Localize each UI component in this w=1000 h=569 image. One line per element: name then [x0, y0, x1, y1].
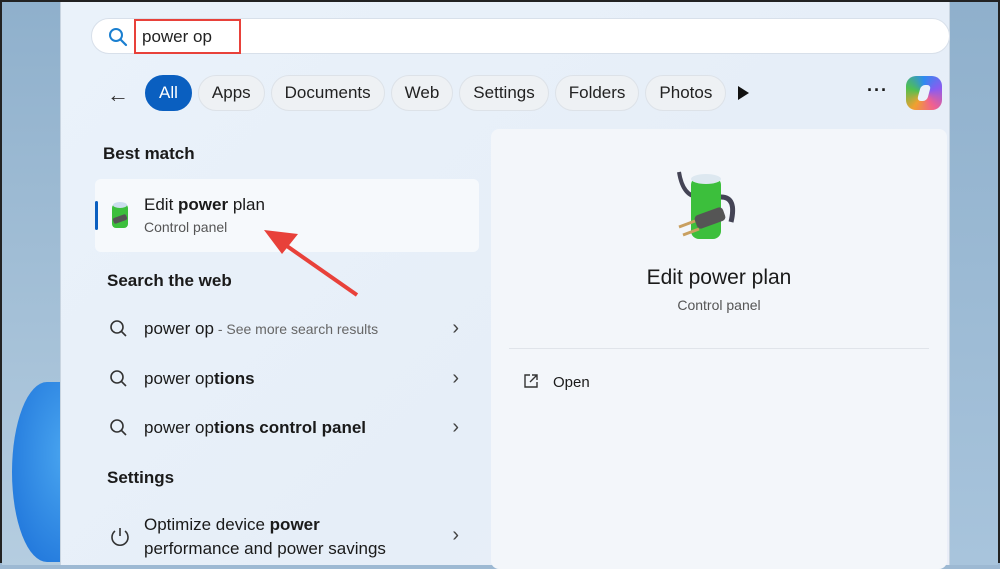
section-search-web: Search the web — [107, 271, 232, 290]
search-icon — [110, 419, 127, 436]
search-box[interactable]: power op — [91, 18, 950, 54]
detail-title: Edit power plan — [646, 266, 792, 289]
chevron-right-icon: › — [452, 367, 459, 389]
chevron-right-icon: › — [452, 524, 459, 546]
more-filters-play-icon[interactable] — [738, 86, 749, 100]
best-match-title: Edit power plan — [144, 195, 265, 214]
open-label: Open — [553, 374, 590, 391]
web-result-text: power op — [144, 418, 214, 437]
setting-title: Optimize device — [144, 515, 270, 534]
desktop-wallpaper — [2, 2, 82, 565]
best-match-item[interactable]: Edit power plan Control panel — [95, 179, 479, 252]
detail-subtitle: Control panel — [677, 297, 761, 313]
search-icon — [109, 28, 128, 47]
section-best-match: Best match — [103, 144, 195, 163]
back-arrow-icon[interactable]: ← — [107, 82, 129, 108]
search-input[interactable]: power op — [142, 27, 212, 47]
web-result-text: power op — [144, 319, 214, 338]
web-result-bold: tions — [213, 369, 255, 388]
setting-subtitle: performance and power savings — [144, 539, 386, 558]
filter-chips: All Apps Documents Web Settings Folders … — [145, 75, 727, 111]
web-result-suffix: - See more search results — [213, 321, 379, 337]
chevron-right-icon: › — [452, 317, 459, 339]
search-icon — [110, 370, 127, 387]
chevron-right-icon: › — [452, 416, 459, 438]
web-result[interactable]: power op - See more search results › — [95, 307, 479, 351]
open-external-icon — [524, 374, 538, 388]
more-options-icon[interactable]: ··· — [867, 80, 888, 101]
power-plan-icon — [112, 202, 128, 228]
chip-settings[interactable]: Settings — [459, 75, 549, 111]
search-icon — [110, 320, 127, 337]
selection-indicator — [95, 201, 98, 230]
chip-documents[interactable]: Documents — [270, 75, 385, 111]
web-result[interactable]: power options control panel › — [95, 406, 479, 450]
best-match-subtitle: Control panel — [144, 219, 228, 235]
power-icon — [111, 528, 129, 546]
chip-folders[interactable]: Folders — [554, 75, 640, 111]
open-action[interactable]: Open — [523, 373, 590, 391]
detail-pane: Edit power plan Control panel Open — [491, 129, 947, 569]
chip-photos[interactable]: Photos — [645, 75, 727, 111]
desktop-wallpaper-right — [946, 2, 998, 565]
chip-all[interactable]: All — [145, 75, 192, 111]
web-result[interactable]: power options › — [95, 357, 479, 401]
chip-apps[interactable]: Apps — [197, 75, 265, 111]
section-settings: Settings — [107, 468, 175, 487]
web-result-text: power op — [144, 369, 214, 388]
power-plan-large-icon — [677, 171, 736, 239]
chip-web[interactable]: Web — [390, 75, 454, 111]
divider — [509, 348, 929, 349]
web-result-bold: tions control panel — [213, 418, 366, 437]
setting-title-bold: power — [269, 515, 320, 534]
settings-result[interactable]: Optimize device power performance and po… — [95, 512, 479, 562]
copilot-icon[interactable] — [906, 76, 942, 110]
search-panel: power op ← All Apps Documents Web Settin… — [60, 2, 950, 569]
